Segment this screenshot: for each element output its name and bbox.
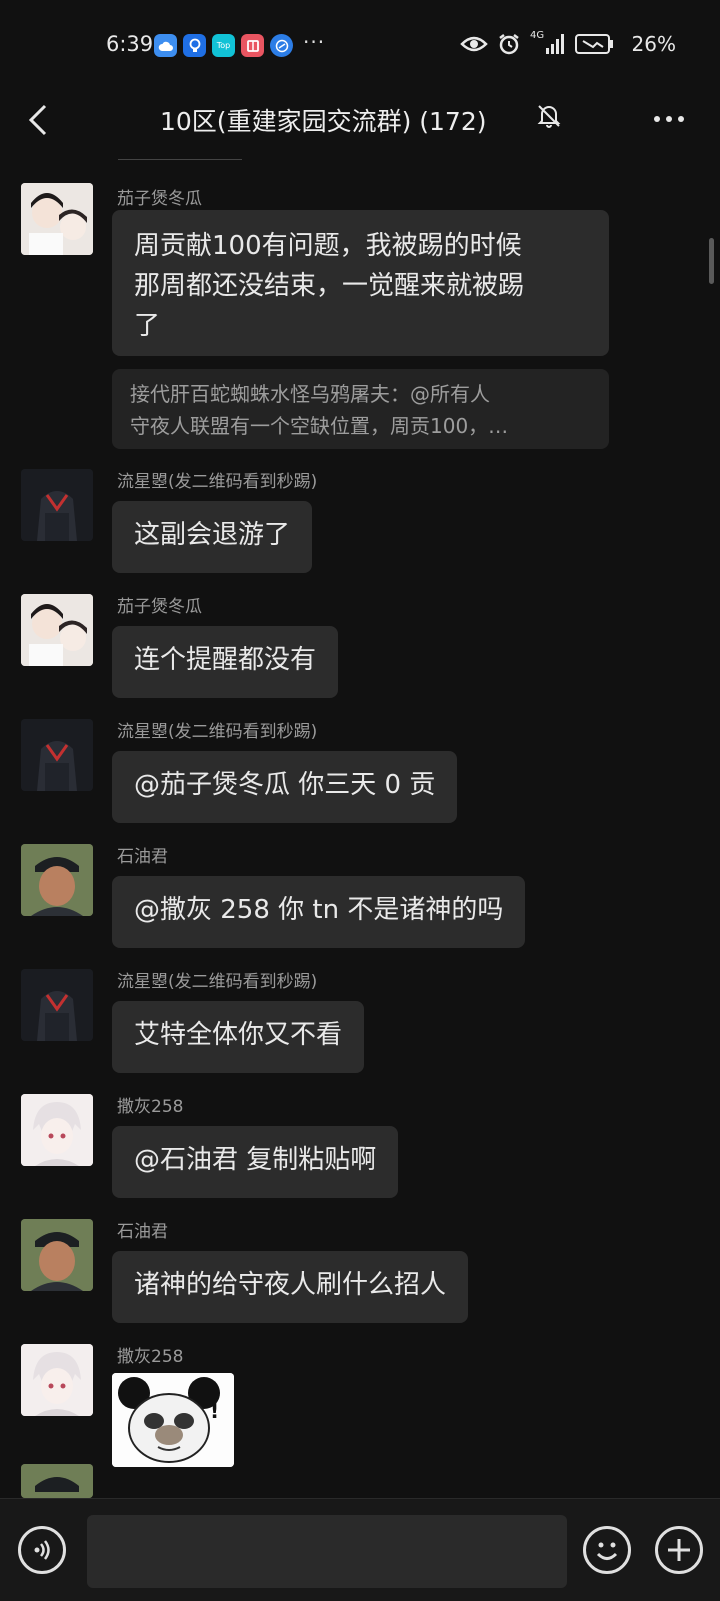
status-bar: 6:39 Top ··· 4G 26% xyxy=(0,0,720,90)
message-line: 那周都还没结束，一觉醒来就被踢 xyxy=(134,271,525,301)
plus-icon xyxy=(668,1539,690,1561)
chat-title[interactable]: 10区(重建家园交流群) (172) xyxy=(160,102,487,138)
avatar[interactable] xyxy=(21,183,93,255)
message-input[interactable] xyxy=(87,1515,567,1588)
signal-icon: 4G xyxy=(530,30,566,56)
sender-name: 石油君 xyxy=(117,1222,168,1242)
avatar[interactable] xyxy=(21,1344,93,1416)
avatar[interactable] xyxy=(21,719,93,791)
battery-percent: 26% xyxy=(631,32,676,56)
browser-icon xyxy=(270,34,293,57)
alarm-icon xyxy=(499,34,519,55)
divider xyxy=(118,159,242,160)
mute-bell-icon xyxy=(537,105,561,128)
top-icon: Top xyxy=(212,34,235,57)
back-button[interactable] xyxy=(18,98,58,142)
message-bubble[interactable]: 周贡献100有问题，我被踢的时候 那周都还没结束，一觉醒来就被踢 了 xyxy=(112,210,609,356)
more-actions-button[interactable] xyxy=(655,1526,703,1574)
voice-icon xyxy=(34,1540,50,1560)
sender-name: 流星曌(发二维码看到秒踢) xyxy=(117,972,318,992)
message-bubble[interactable]: 这副会退游了 xyxy=(112,501,313,573)
bulb-icon xyxy=(183,34,206,57)
avatar[interactable] xyxy=(21,594,93,666)
message-bubble[interactable]: 连个提醒都没有 xyxy=(112,626,339,698)
more-notifications-icon: ··· xyxy=(303,30,326,54)
message-bubble[interactable]: 诸神的给守夜人刷什么招人 xyxy=(112,1251,469,1323)
quoted-message[interactable]: 接代肝百蛇蜘蛛水怪乌鸦屠夫：@所有人 守夜人联盟有一个空缺位置，周贡100，… xyxy=(112,369,609,449)
message-bubble[interactable]: 艾特全体你又不看 xyxy=(112,1001,365,1073)
avatar[interactable] xyxy=(21,1094,93,1166)
sender-name: 茄子煲冬瓜 xyxy=(117,597,202,617)
quote-line: 守夜人联盟有一个空缺位置，周贡100，… xyxy=(130,414,509,438)
message-bubble[interactable]: @撒灰 258 你 tn 不是诸神的吗 xyxy=(112,876,526,948)
sticker-text: ! xyxy=(210,1399,220,1423)
smiley-icon xyxy=(596,1542,618,1560)
chat-header: 10区(重建家园交流群) (172) xyxy=(0,90,720,160)
emoji-button[interactable] xyxy=(583,1526,631,1574)
sender-name: 流星曌(发二维码看到秒踢) xyxy=(117,722,318,742)
sender-name: 石油君 xyxy=(117,847,168,867)
avatar[interactable] xyxy=(21,1464,93,1498)
battery-charging-icon xyxy=(575,34,613,54)
message-line: 周贡献100有问题，我被踢的时候 xyxy=(134,231,522,261)
cloud-icon xyxy=(154,34,177,57)
input-bar xyxy=(0,1498,720,1601)
message-line: 了 xyxy=(134,311,161,341)
status-time: 6:39 xyxy=(106,32,154,56)
notification-icons: Top xyxy=(154,34,293,57)
sender-name: 茄子煲冬瓜 xyxy=(117,189,202,209)
message-bubble[interactable]: @茄子煲冬瓜 你三天 0 贡 xyxy=(112,751,458,823)
scrollbar[interactable] xyxy=(709,238,714,284)
sender-name: 撒灰258 xyxy=(117,1347,184,1367)
sender-name: 流星曌(发二维码看到秒踢) xyxy=(117,472,318,492)
sender-name: 撒灰258 xyxy=(117,1097,184,1117)
eye-icon xyxy=(460,36,488,52)
more-options-button[interactable] xyxy=(646,104,692,134)
avatar[interactable] xyxy=(21,1219,93,1291)
avatar[interactable] xyxy=(21,469,93,541)
quote-line: 接代肝百蛇蜘蛛水怪乌鸦屠夫：@所有人 xyxy=(130,382,490,406)
panda-meme-sticker[interactable]: ! xyxy=(112,1373,234,1467)
message-bubble[interactable]: @石油君 复制粘贴啊 xyxy=(112,1126,399,1198)
voice-button[interactable] xyxy=(18,1526,66,1574)
book-icon xyxy=(241,34,264,57)
chevron-left-icon xyxy=(28,104,47,136)
avatar[interactable] xyxy=(21,969,93,1041)
avatar[interactable] xyxy=(21,844,93,916)
